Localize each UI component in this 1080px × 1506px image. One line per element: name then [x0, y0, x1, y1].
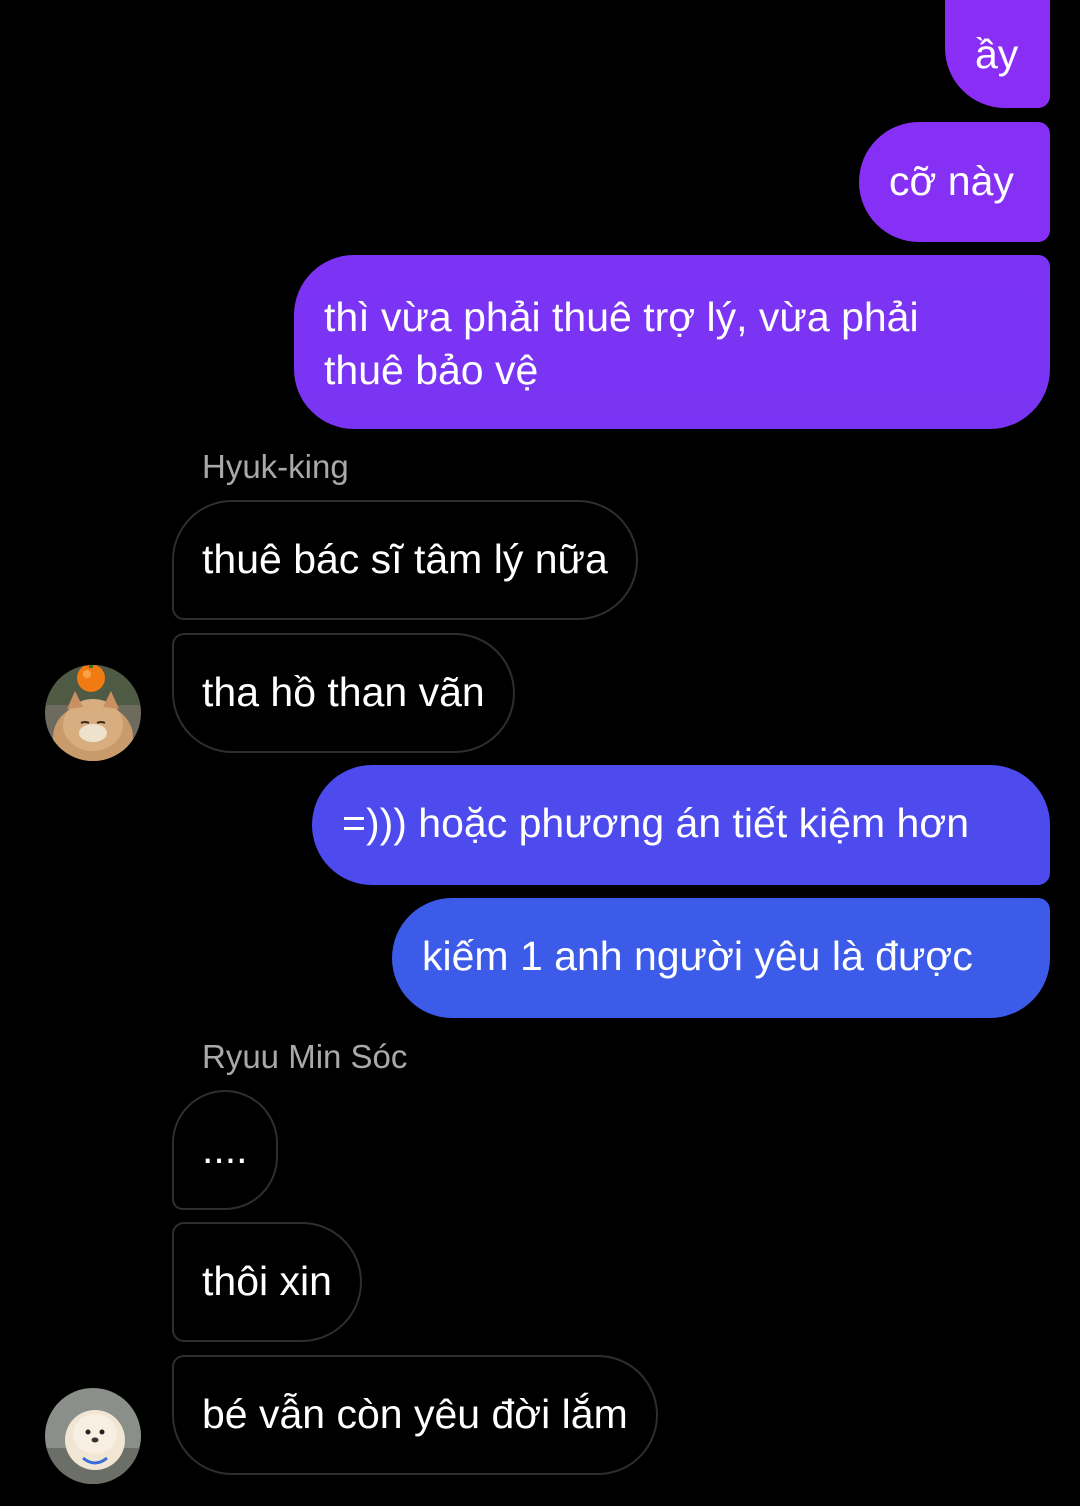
message-text: kiếm 1 anh người yêu là được	[422, 933, 973, 979]
message-text-line: thuê bảo vệ	[324, 347, 539, 393]
message-text: thôi xin	[202, 1258, 332, 1304]
incoming-message[interactable]: bé vẫn còn yêu đời lắm	[172, 1355, 658, 1475]
message-text: ầy	[975, 31, 1019, 77]
message-text: =))) hoặc phương án tiết kiệm hơn	[342, 800, 970, 846]
message-text: thuê bác sĩ tâm lý nữa	[202, 536, 608, 582]
incoming-message[interactable]: thuê bác sĩ tâm lý nữa	[172, 500, 638, 620]
outgoing-message[interactable]: =))) hoặc phương án tiết kiệm hơn	[312, 765, 1050, 885]
outgoing-message[interactable]: ầy	[945, 0, 1050, 108]
message-text: ....	[202, 1126, 248, 1172]
message-text-line: thì vừa phải thuê trợ lý, vừa phải	[324, 294, 919, 340]
outgoing-message[interactable]: kiếm 1 anh người yêu là được	[392, 898, 1050, 1018]
sender-name: Ryuu Min Sóc	[202, 1038, 408, 1075]
message-text: tha hồ than vãn	[202, 669, 485, 715]
incoming-message[interactable]: tha hồ than vãn	[172, 633, 515, 753]
incoming-message[interactable]: thôi xin	[172, 1222, 362, 1342]
outgoing-message[interactable]: thì vừa phải thuê trợ lý, vừa phải thuê …	[294, 255, 1050, 429]
incoming-message[interactable]: ....	[172, 1090, 278, 1210]
message-text: bé vẫn còn yêu đời lắm	[202, 1391, 628, 1437]
sender-name: Hyuk-king	[202, 448, 349, 485]
outgoing-message[interactable]: cỡ này	[859, 122, 1050, 242]
white-puppy-avatar-icon[interactable]	[45, 1388, 141, 1484]
cat-with-orange-avatar-icon[interactable]	[45, 665, 141, 761]
message-text: cỡ này	[889, 158, 1014, 204]
